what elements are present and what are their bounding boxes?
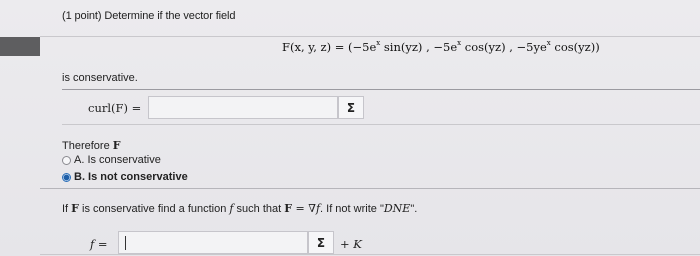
divider [40,188,700,189]
f-answer-input[interactable] [118,231,308,254]
eq-term1: −5e [352,40,377,54]
therefore-prefix: Therefore [62,140,113,152]
text-caret [125,236,126,250]
left-panel-tab [0,37,40,56]
problem-header: (1 point) Determine if the vector field [62,10,236,22]
eq-term2-sup: x [457,39,462,48]
instr-F2: F [284,202,293,215]
instr-p2: is conservative find a function [78,203,230,215]
plus-k-constant: + K [340,237,362,251]
therefore-bold-F: F [112,139,121,152]
f-label: f = [90,237,108,251]
option-b-label: B. Is not conservative [74,171,188,183]
radio-option-b[interactable] [62,172,71,182]
instr-p3: such that [233,203,285,215]
instr-p4: . If not write " [320,203,384,215]
vector-field-equation: F(x, y, z) = (−5ex sin(yz) , −5ex cos(yz… [282,39,600,54]
curl-equation-editor-button[interactable]: Σ [338,96,364,119]
eq-term3-sup: x [546,39,551,48]
f-equation-editor-button[interactable]: Σ [308,231,334,254]
eq-term1-sup: x [376,39,381,48]
is-conservative-text: is conservative. [62,72,138,84]
eq-term3: −5ye [516,40,547,54]
instr-dne: DNE [383,202,411,215]
plus-sign: + [340,237,354,251]
eq-term2-tail: cos(yz) , [461,40,517,54]
curl-label: curl(F) = [88,101,142,115]
instr-F1: F [71,202,79,215]
eq-term3-tail: cos(yz)) [550,40,600,54]
divider [40,36,700,37]
option-a-label: A. Is conservative [74,154,161,166]
therefore-label: Therefore F [62,139,121,152]
divider [62,89,700,90]
constant-k: K [353,237,362,251]
instr-p5: ". [410,203,418,215]
instr-p1: If [62,203,72,215]
eq-lhs: F(x, y, z) = ( [282,40,353,54]
radio-option-a[interactable] [62,155,71,165]
instruction-text: If F is conservative find a function f s… [62,202,417,215]
instr-eq: = ∇ [292,202,316,215]
divider [40,254,700,255]
eq-term2: −5e [433,40,458,54]
curl-answer-input[interactable] [148,96,338,119]
divider [62,124,700,125]
option-a-conservative[interactable]: A. Is conservative [62,154,161,166]
eq-term1-tail: sin(yz) , [380,40,434,54]
option-b-not-conservative[interactable]: B. Is not conservative [62,171,188,183]
